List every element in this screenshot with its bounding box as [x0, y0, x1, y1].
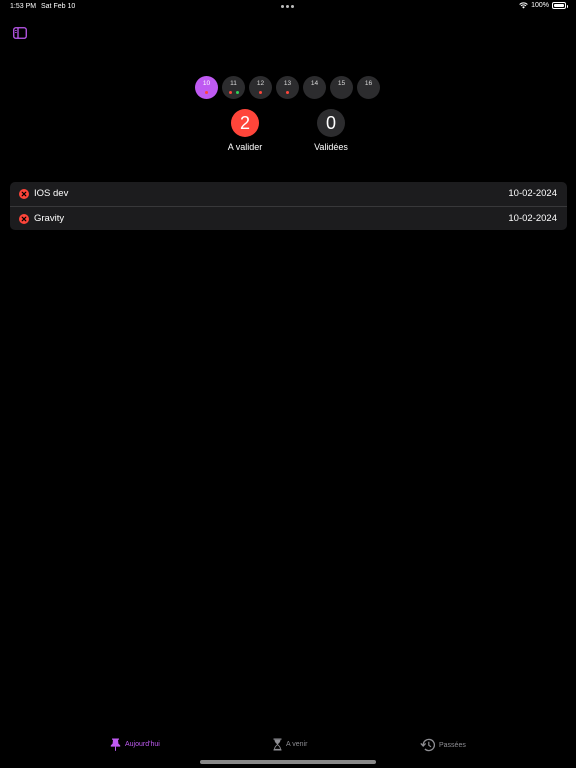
tab-past[interactable]: Passées: [420, 738, 466, 752]
tab-upcoming[interactable]: A venir: [273, 738, 307, 751]
task-name: IOS dev: [34, 188, 69, 199]
task-row[interactable]: IOS dev 10-02-2024: [10, 182, 567, 206]
to-validate-count: 2: [231, 109, 259, 137]
day-status-dots: [222, 91, 245, 94]
status-dot: [235, 91, 239, 94]
battery-icon: [552, 2, 568, 9]
multitasking-dots-icon[interactable]: [281, 5, 294, 8]
task-row[interactable]: Gravity 10-02-2024: [10, 206, 567, 230]
x-circle-icon[interactable]: [19, 189, 29, 199]
day-status-dots: [249, 91, 272, 94]
to-validate-counter: 2 A valider: [205, 109, 285, 152]
tab-today[interactable]: Aujourd'hui: [110, 738, 160, 751]
status-bar: 1:53 PM Sat Feb 10 100%: [0, 0, 576, 16]
tab-upcoming-label: A venir: [286, 741, 308, 748]
x-circle-icon[interactable]: [19, 214, 29, 224]
status-indicators: 100%: [519, 2, 568, 9]
to-validate-label: A valider: [227, 142, 263, 152]
status-dot: [286, 91, 289, 94]
day-number: 15: [337, 80, 346, 87]
validated-counter: 0 Validées: [291, 109, 371, 152]
day-15[interactable]: 15: [330, 76, 353, 99]
validated-count: 0: [317, 109, 345, 137]
battery-percent: 100%: [531, 2, 549, 9]
day-16[interactable]: 16: [357, 76, 380, 99]
day-number: 13: [283, 80, 292, 87]
task-name: Gravity: [34, 213, 65, 224]
day-14[interactable]: 14: [303, 76, 326, 99]
day-number: 16: [364, 80, 373, 87]
day-number: 12: [256, 80, 265, 87]
wifi-icon: [519, 2, 528, 9]
hourglass-icon: [273, 738, 282, 751]
day-number: 11: [230, 80, 237, 87]
status-dot: [205, 91, 208, 94]
day-10[interactable]: 10: [195, 76, 218, 99]
status-date: Sat Feb 10: [41, 3, 76, 10]
day-13[interactable]: 13: [276, 76, 299, 99]
task-date: 10-02-2024: [508, 213, 557, 224]
day-number: 14: [310, 80, 319, 87]
day-11[interactable]: 11: [222, 76, 245, 99]
task-date: 10-02-2024: [508, 188, 557, 199]
validated-label: Validées: [314, 142, 348, 152]
status-time: 1:53 PM: [10, 3, 37, 10]
day-status-dots: [195, 91, 218, 94]
sidebar-toggle-icon[interactable]: [13, 26, 27, 39]
tab-past-label: Passées: [439, 741, 466, 749]
history-icon: [420, 738, 435, 752]
pin-icon: [110, 738, 121, 751]
day-status-dots: [276, 91, 299, 94]
status-dot: [259, 91, 262, 94]
day-number: 10: [202, 80, 211, 87]
task-list: IOS dev 10-02-2024 Gravity 10-02-2024: [10, 182, 567, 230]
day-selector: 10 11 12 13 14 15 16: [195, 76, 380, 99]
tab-bar: Aujourd'hui A venir Passées: [0, 732, 576, 760]
status-dot: [228, 91, 232, 94]
home-indicator[interactable]: [200, 760, 376, 764]
tab-today-label: Aujourd'hui: [125, 741, 160, 748]
day-12[interactable]: 12: [249, 76, 272, 99]
